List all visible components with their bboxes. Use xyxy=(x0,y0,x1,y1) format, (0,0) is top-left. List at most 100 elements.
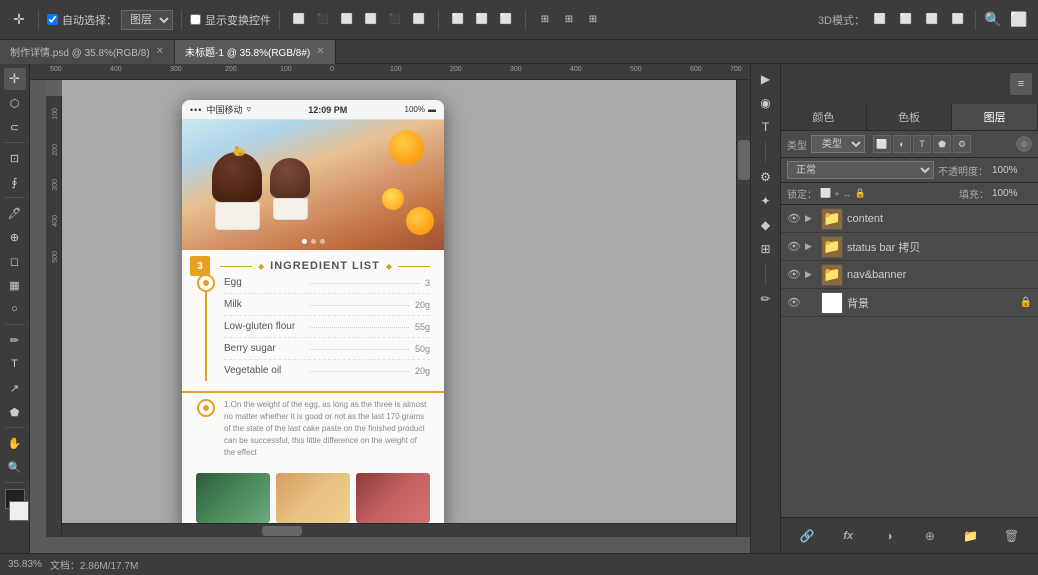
3d-icon2[interactable]: ⬜ xyxy=(895,9,917,31)
layer-select[interactable]: 图层 xyxy=(121,10,173,30)
dist-icon2[interactable]: ⬜ xyxy=(495,9,517,31)
scrollbar-vertical[interactable] xyxy=(736,80,750,537)
ingredient-name-milk: Milk xyxy=(224,299,304,310)
folder-icon[interactable]: 📁 xyxy=(960,525,982,547)
3d-icon[interactable]: ⬜ xyxy=(869,9,891,31)
layer-eye-bg[interactable]: 👁 xyxy=(787,296,801,309)
orange-shape-2 xyxy=(406,207,434,235)
tab-untitled-close[interactable]: ✕ xyxy=(316,46,324,57)
lock-btn-2[interactable]: + xyxy=(834,189,839,199)
filter-shape-icon[interactable]: ⬟ xyxy=(933,135,951,153)
layer-eye-statusbar[interactable]: 👁 xyxy=(787,240,801,253)
dist-v-icon[interactable]: ⬜ xyxy=(471,9,493,31)
move-tool-icon[interactable]: ✛ xyxy=(8,9,30,31)
lock-btn-1[interactable]: ⬜ xyxy=(820,188,831,199)
panel-icon[interactable]: ⬜ xyxy=(1008,9,1030,31)
shape-tool[interactable]: ⬟ xyxy=(4,401,26,423)
layer-expand-content[interactable]: ▶ xyxy=(805,213,817,224)
dist-h-icon[interactable]: ⬜ xyxy=(447,9,469,31)
ruler-h-ticks: 500 400 300 200 100 0 100 200 300 400 50… xyxy=(30,64,750,79)
filter-icons-group: ⬜ ◐ T ⬟ ⚙ xyxy=(873,135,971,153)
lock-btn-4[interactable]: 🔒 xyxy=(854,188,865,199)
eraser-tool[interactable]: ◻ xyxy=(4,250,26,272)
3d-icon3[interactable]: ⬜ xyxy=(921,9,943,31)
tab-swatches[interactable]: 色板 xyxy=(867,104,953,130)
layer-statusbar[interactable]: 👁 ▶ 📁 status bar 拷贝 xyxy=(781,233,1038,261)
3d-icon4[interactable]: ⬜ xyxy=(947,9,969,31)
align-left-icon[interactable]: ⬜ xyxy=(288,9,310,31)
filter-text-icon[interactable]: T xyxy=(913,135,931,153)
crop-tool[interactable]: ⊡ xyxy=(4,147,26,169)
adjustment-icon[interactable]: ⊕ xyxy=(919,525,941,547)
lasso-tool[interactable]: ⊂ xyxy=(4,116,26,138)
layer-content[interactable]: 👁 ▶ 📁 content xyxy=(781,205,1038,233)
grid-icon[interactable]: ⊞ xyxy=(534,9,556,31)
lock-btn-3[interactable]: ↔ xyxy=(842,189,851,199)
top-toolbar: ✛ 自动选择： 图层 显示变换控件 ⬜ ⬛ ⬜ ⬜ ⬛ ⬜ ⬜ ⬜ ⬜ ⊞ ⊞ … xyxy=(0,0,1038,40)
layer-eye-content[interactable]: 👁 xyxy=(787,212,801,225)
right-tool-5[interactable]: ✦ xyxy=(755,190,777,212)
hand-tool[interactable]: ✋ xyxy=(4,432,26,454)
search-icon[interactable]: 🔍 xyxy=(982,9,1004,31)
right-tool-3[interactable]: T xyxy=(755,116,777,138)
clone-tool[interactable]: ⊕ xyxy=(4,226,26,248)
layer-background[interactable]: 👁 ▶ 背景 🔒 xyxy=(781,289,1038,317)
filter-type-select[interactable]: 类型 xyxy=(811,135,865,153)
tool-sep-5 xyxy=(5,482,25,483)
path-tool[interactable]: ↗ xyxy=(4,377,26,399)
align-bottom-icon[interactable]: ⬜ xyxy=(408,9,430,31)
right-tool-7[interactable]: ⊞ xyxy=(755,238,777,260)
delete-icon[interactable]: 🗑 xyxy=(1001,525,1023,547)
status-left: ••• 中国移动 ▿ xyxy=(190,103,251,116)
link-icon[interactable]: 🔗 xyxy=(796,525,818,547)
tab-layers[interactable]: 图层 xyxy=(952,104,1038,130)
brush-tool[interactable]: 🖊 xyxy=(4,202,26,224)
main-area: ✛ ⬡ ⊂ ⊡ ∮ 🖊 ⊕ ◻ ▦ ○ ✏ T ↗ ⬟ ✋ 🔍 500 400 … xyxy=(0,64,1038,553)
layer-navbanner[interactable]: 👁 ▶ 📁 nav&banner xyxy=(781,261,1038,289)
eyedrop-tool[interactable]: ∮ xyxy=(4,171,26,193)
marquee-tool[interactable]: ⬡ xyxy=(4,92,26,114)
right-tool-4[interactable]: ⚙ xyxy=(755,166,777,188)
mask-icon[interactable]: ◑ xyxy=(878,525,900,547)
scrollbar-horizontal[interactable] xyxy=(62,523,736,537)
scroll-thumb-h[interactable] xyxy=(262,526,302,536)
align-middle-icon[interactable]: ⬛ xyxy=(384,9,406,31)
ingredient-amount-egg: 3 xyxy=(425,278,430,288)
background-color[interactable] xyxy=(9,501,29,521)
pen-tool[interactable]: ✏ xyxy=(4,329,26,351)
text-tool[interactable]: T xyxy=(4,353,26,375)
fx-icon[interactable]: fx xyxy=(837,525,859,547)
dodge-tool[interactable]: ○ xyxy=(4,298,26,320)
filter-smart-icon[interactable]: ⚙ xyxy=(953,135,971,153)
zoom-tool[interactable]: 🔍 xyxy=(4,456,26,478)
show-transform-checkbox[interactable] xyxy=(190,14,201,25)
right-tool-2[interactable]: ◉ xyxy=(755,92,777,114)
filter-pixel-icon[interactable]: ⬜ xyxy=(873,135,891,153)
align-right-icon[interactable]: ⬜ xyxy=(336,9,358,31)
tab-color[interactable]: 颜色 xyxy=(781,104,867,130)
blend-mode-select[interactable]: 正常 xyxy=(787,161,934,179)
signal-dots: ••• xyxy=(190,105,202,115)
align-center-icon[interactable]: ⬛ xyxy=(312,9,334,31)
gradient-tool[interactable]: ▦ xyxy=(4,274,26,296)
scroll-thumb-v[interactable] xyxy=(738,140,750,180)
tab-psd[interactable]: 制作详情.psd @ 35.8%(RGB/8) ✕ xyxy=(0,40,175,64)
tab-untitled[interactable]: 未标题-1 @ 35.8%(RGB/8#) ✕ xyxy=(175,40,336,64)
right-tool-8[interactable]: ✏ xyxy=(755,288,777,310)
grid3-icon[interactable]: ⊞ xyxy=(582,9,604,31)
layer-eye-navbanner[interactable]: 👁 xyxy=(787,268,801,281)
canvas-page: ••• 中国移动 ▿ 12:09 PM 100% ▬ xyxy=(62,80,750,537)
grid2-icon[interactable]: ⊞ xyxy=(558,9,580,31)
align-top-icon[interactable]: ⬜ xyxy=(360,9,382,31)
right-tool-1[interactable]: ▶ xyxy=(755,68,777,90)
filter-toggle[interactable]: ○ xyxy=(1016,136,1032,152)
auto-select-checkbox[interactable] xyxy=(47,14,58,25)
layer-expand-navbanner[interactable]: ▶ xyxy=(805,269,817,280)
tab-psd-close[interactable]: ✕ xyxy=(156,46,164,57)
rt-icon-1[interactable]: ≡ xyxy=(1010,73,1032,95)
right-tool-6[interactable]: ◆ xyxy=(755,214,777,236)
layer-expand-statusbar[interactable]: ▶ xyxy=(805,241,817,252)
cupcake-top-1 xyxy=(212,152,262,202)
filter-adjust-icon[interactable]: ◐ xyxy=(893,135,911,153)
selection-tool[interactable]: ✛ xyxy=(4,68,26,90)
